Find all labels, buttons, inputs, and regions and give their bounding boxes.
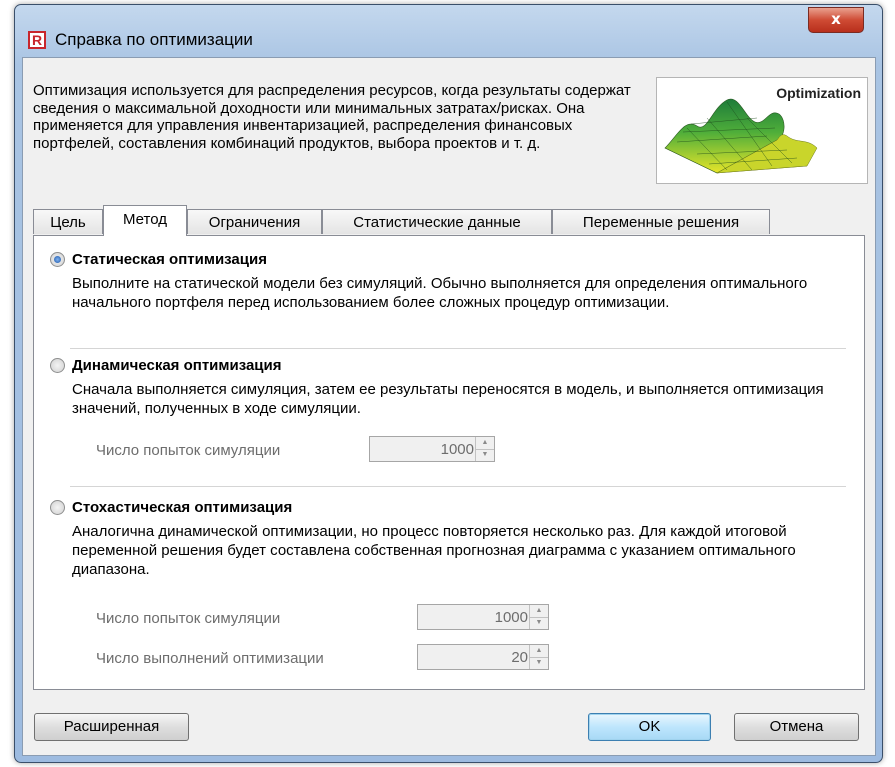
dialog-client-area: Оптимизация используется для распределен… <box>22 57 876 756</box>
tab-goal[interactable]: Цель <box>33 209 103 234</box>
tab-statistics[interactable]: Статистические данные <box>322 209 552 234</box>
divider <box>70 486 846 487</box>
app-logo-icon: R <box>28 31 46 49</box>
optimization-runs-spin-buttons: ▲ ▼ <box>529 645 548 669</box>
dialog-window: R Справка по оптимизации x Оптимизация и… <box>14 4 883 763</box>
stochastic-trials-spin-buttons: ▲ ▼ <box>529 605 548 629</box>
tab-constraints[interactable]: Ограничения <box>187 209 322 234</box>
spin-down-icon[interactable]: ▼ <box>530 617 548 629</box>
dynamic-optimization-title[interactable]: Динамическая оптимизация <box>72 357 282 374</box>
static-optimization-description: Выполните на статической модели без симу… <box>72 275 808 311</box>
optimization-runs-label: Число выполнений оптимизации <box>96 650 324 667</box>
logo-label: Optimization <box>776 85 861 101</box>
static-optimization-radio[interactable] <box>50 252 65 267</box>
divider <box>70 348 846 349</box>
method-tab-panel: Статическая оптимизация Выполните на ста… <box>33 235 865 690</box>
optimization-runs-stepper[interactable]: 20 ▲ ▼ <box>417 644 549 670</box>
optimization-runs-value: 20 <box>511 649 528 666</box>
stochastic-optimization-title[interactable]: Стохастическая оптимизация <box>72 499 292 516</box>
window-title: Справка по оптимизации <box>55 30 253 49</box>
stochastic-trials-label: Число попыток симуляции <box>96 610 281 627</box>
cancel-button[interactable]: Отмена <box>734 713 859 741</box>
dynamic-trials-spin-buttons: ▲ ▼ <box>475 437 494 461</box>
spin-down-icon[interactable]: ▼ <box>530 657 548 669</box>
ok-button[interactable]: OK <box>588 713 711 741</box>
spin-down-icon[interactable]: ▼ <box>476 449 494 461</box>
dynamic-trials-label: Число попыток симуляции <box>96 442 281 459</box>
static-optimization-title[interactable]: Статическая оптимизация <box>72 251 267 268</box>
stochastic-trials-stepper[interactable]: 1000 ▲ ▼ <box>417 604 549 630</box>
optimization-description: Оптимизация используется для распределен… <box>33 82 631 152</box>
advanced-button[interactable]: Расширенная <box>34 713 189 741</box>
dynamic-trials-value: 1000 <box>440 441 474 458</box>
stochastic-trials-value: 1000 <box>494 609 528 626</box>
optimization-logo: Optimization <box>656 77 868 184</box>
title-bar[interactable]: R Справка по оптимизации x <box>15 5 882 57</box>
stochastic-optimization-radio[interactable] <box>50 500 65 515</box>
tab-decision-variables[interactable]: Переменные решения <box>552 209 770 234</box>
dynamic-optimization-description: Сначала выполняется симуляция, затем ее … <box>72 381 824 417</box>
close-button[interactable]: x <box>808 7 864 33</box>
dynamic-trials-stepper[interactable]: 1000 ▲ ▼ <box>369 436 495 462</box>
stochastic-optimization-description: Аналогична динамической оптимизации, но … <box>72 523 796 578</box>
tab-method[interactable]: Метод <box>103 205 187 236</box>
dynamic-optimization-radio[interactable] <box>50 358 65 373</box>
